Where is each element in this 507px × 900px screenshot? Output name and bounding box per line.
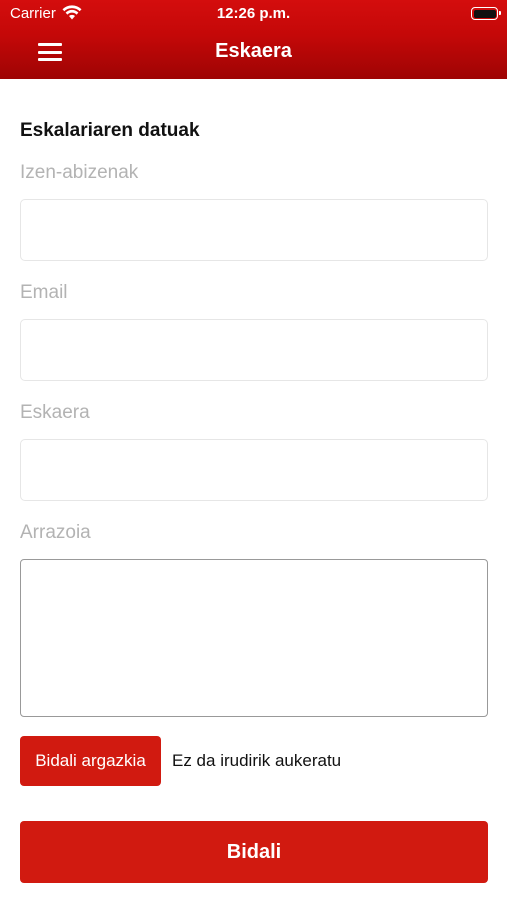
request-form: Eskalariaren datuak Izen-abizenak Email … <box>20 118 488 883</box>
reason-textarea[interactable] <box>20 559 488 717</box>
battery-icon <box>471 7 501 20</box>
send-photo-button[interactable]: Bidali argazkia <box>20 736 161 786</box>
reason-label: Arrazoia <box>20 522 91 543</box>
submit-button[interactable]: Bidali <box>20 821 488 883</box>
request-input[interactable] <box>20 439 488 501</box>
status-time: 12:26 p.m. <box>216 5 291 22</box>
photo-upload-row: Bidali argazkia Ez da irudirik aukeratu <box>20 736 488 786</box>
page-title: Eskaera <box>215 40 292 62</box>
request-label: Eskaera <box>20 402 90 423</box>
header-bar: Carrier 12:26 p.m. Eskaera <box>0 0 507 79</box>
email-label: Email <box>20 282 68 303</box>
photo-status-text: Ez da irudirik aukeratu <box>172 751 342 770</box>
email-input[interactable] <box>20 319 488 381</box>
status-bar: Carrier 12:26 p.m. <box>0 0 507 28</box>
name-input[interactable] <box>20 199 488 261</box>
name-label: Izen-abizenak <box>20 162 139 183</box>
section-title: Eskalariaren datuak <box>20 120 200 141</box>
